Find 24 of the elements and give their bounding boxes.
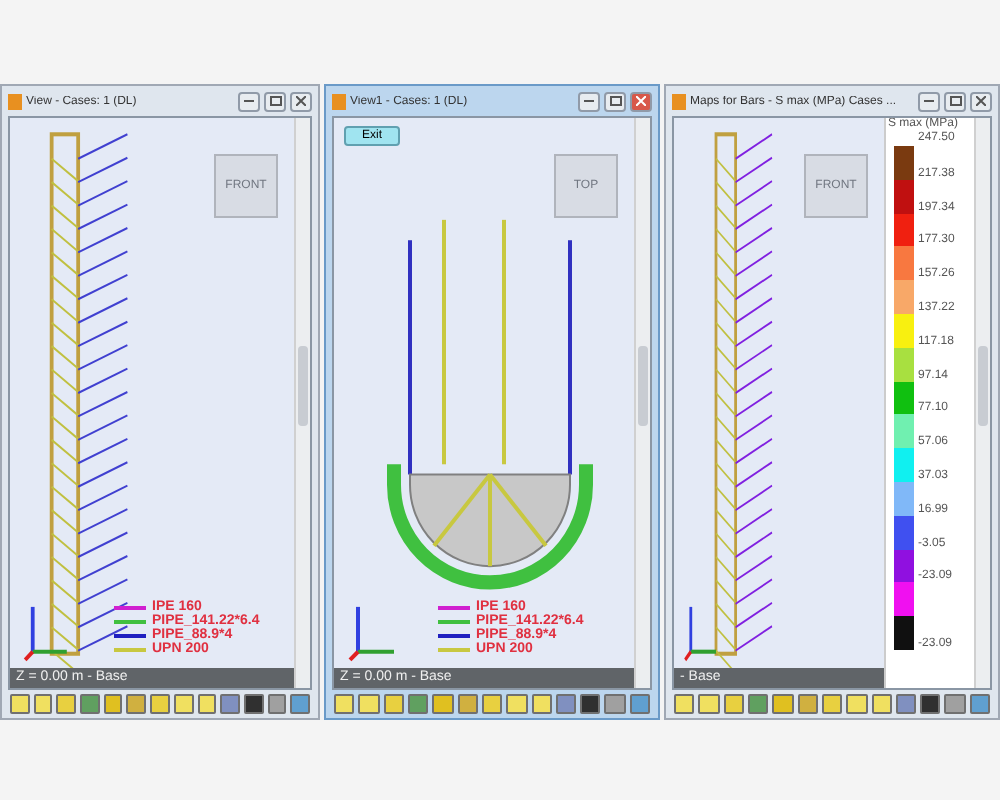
minimize-button[interactable] (238, 91, 260, 111)
close-button[interactable] (630, 91, 652, 111)
axis-triad-icon (683, 606, 716, 661)
maximize-button[interactable] (604, 91, 626, 111)
maximize-button[interactable] (264, 91, 286, 111)
app-icon (8, 93, 22, 109)
minimize-button[interactable] (918, 91, 940, 111)
minimize-button[interactable] (578, 91, 600, 111)
axis-triad-icon (23, 606, 67, 662)
maximize-button[interactable] (944, 91, 966, 111)
toolbar-tool-icon[interactable] (580, 694, 601, 714)
scrollbar[interactable] (634, 118, 650, 688)
app-icon (332, 93, 346, 109)
toolbar-tool-icon[interactable] (243, 694, 264, 714)
axis-triad-icon (348, 606, 394, 662)
close-icon (636, 96, 646, 106)
close-button[interactable] (290, 91, 312, 111)
app-icon (672, 93, 686, 109)
toolbar-tool-icon[interactable] (920, 694, 941, 714)
close-icon (296, 96, 306, 106)
scrollbar[interactable] (294, 118, 310, 688)
close-button[interactable] (970, 91, 992, 111)
close-icon (976, 96, 986, 106)
scrollbar[interactable] (974, 118, 990, 688)
